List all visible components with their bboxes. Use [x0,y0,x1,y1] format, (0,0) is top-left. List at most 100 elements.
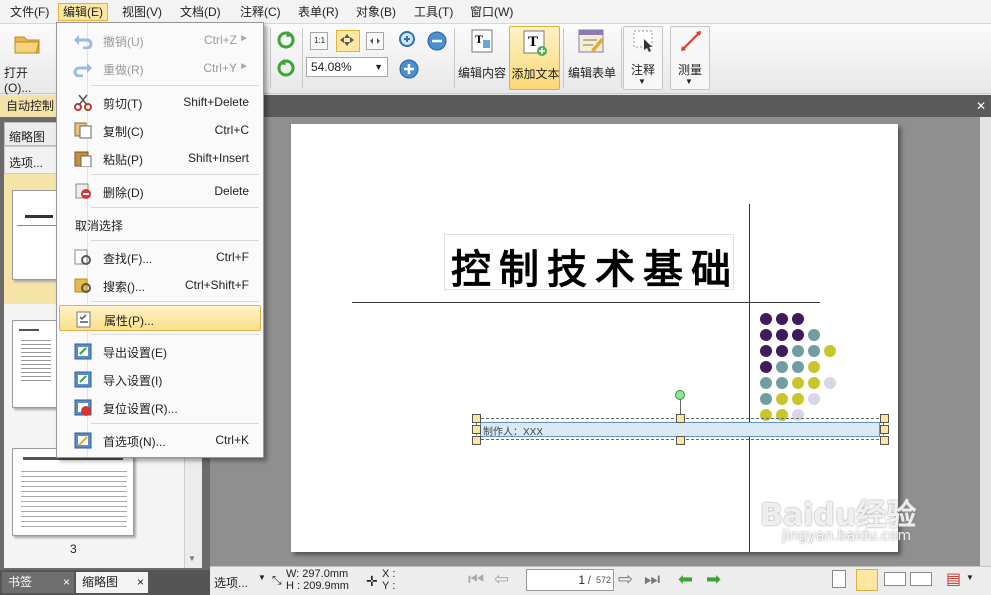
author-text-field[interactable]: 制作人：XXX [480,422,880,438]
reset-icon [74,399,92,416]
continuous-page-icon[interactable] [856,569,878,591]
measure-button[interactable]: 测量 ▼ [670,26,710,90]
chevron-down-icon: ▼ [966,573,974,582]
import-icon [74,371,92,388]
menu-item-redo[interactable]: 重做(R) Ctrl+Y ► [59,55,261,81]
menu-file[interactable]: 文件(F) [6,3,53,21]
redo-icon [73,63,92,77]
rotate-ccw-icon[interactable] [276,58,296,78]
decor-dot [760,361,772,373]
page-thumbnail-3[interactable] [12,448,134,536]
menu-edit[interactable]: 编辑(E) [58,3,108,21]
tab-bookmarks[interactable]: 书签 × [2,572,74,593]
pdf-icon[interactable]: ▤ [946,569,961,589]
resize-handle[interactable] [676,414,685,423]
menu-object[interactable]: 对象(B) [352,3,400,21]
single-page-icon[interactable] [832,570,846,588]
fit-page-icon[interactable] [336,30,360,52]
decor-dot [792,361,804,373]
last-page-icon[interactable]: ⏭ [644,569,660,590]
menu-item-search[interactable]: 搜索()... Ctrl+Shift+F [59,272,261,298]
zoom-out-icon[interactable] [426,30,448,52]
page-number-input[interactable]: 1 / 572 [526,569,614,591]
resize-handle[interactable] [472,414,481,423]
previous-page-icon[interactable]: ⇦ [494,569,509,590]
decor-dot [760,329,772,341]
page-size-icon: ⤡ [272,573,282,587]
status-options[interactable]: 选项... [214,574,248,591]
edit-content-button[interactable]: T 编辑内容 [456,26,508,90]
menu-window[interactable]: 窗口(W) [466,3,517,21]
decor-dot [760,345,772,357]
vertical-scrollbar[interactable] [980,117,991,569]
resize-handle[interactable] [472,436,481,445]
svg-text:T: T [528,34,538,50]
rotate-handle[interactable] [675,390,685,400]
resize-handle[interactable] [880,414,889,423]
open-button[interactable]: 打开(O)... [2,28,54,95]
menu-item-delete[interactable]: 删除(D) Delete [59,178,261,204]
zoom-in-icon[interactable] [398,58,420,80]
menu-item-paste[interactable]: 粘贴(P) Shift+Insert [59,145,261,171]
decor-dot [760,313,772,325]
tab-thumbnails[interactable]: 缩略图 × [76,572,148,593]
next-page-icon[interactable]: ⇨ [618,569,633,590]
actual-size-icon[interactable]: 1:1 [310,32,328,50]
decor-dot [792,393,804,405]
facing-page-icon[interactable] [884,572,906,586]
menu-item-import-settings[interactable]: 导入设置(I) [59,366,261,392]
close-icon[interactable]: ✕ [972,96,990,116]
decor-dot [776,329,788,341]
close-icon[interactable]: × [63,572,70,592]
menu-item-preferences[interactable]: 首选项(N)... Ctrl+K [59,427,261,453]
menu-item-find[interactable]: 查找(F)... Ctrl+F [59,244,261,270]
back-view-icon[interactable]: ⬅ [678,569,693,590]
title-box[interactable]: 控制技术基础 [444,234,734,293]
menu-tools[interactable]: 工具(T) [410,3,457,21]
menu-item-cut[interactable]: 剪切(T) Shift+Delete [59,89,261,115]
undo-icon [74,35,93,49]
paste-icon [74,151,92,167]
zoom-select[interactable]: 54.08% ▼ [306,57,388,77]
panel-tabs: 书签 × 缩略图 × [0,570,210,595]
export-icon [74,343,92,360]
copy-icon [74,122,92,139]
chevron-down-icon: ▼ [258,573,266,582]
rotate-cw-icon[interactable] [276,30,296,50]
decor-dot [808,393,820,405]
comment-button[interactable]: 注释 ▼ [623,26,663,90]
decor-dot [824,345,836,357]
zoom-value: 54.08% [311,60,352,74]
tab-auto-control[interactable]: 自动控制 [0,95,62,117]
menu-item-reset-settings[interactable]: 复位设置(R)... [59,394,261,420]
edit-form-button[interactable]: 编辑表单 [565,26,619,90]
menu-item-properties[interactable]: 属性(P)... [59,305,261,331]
menu-document[interactable]: 文档(D) [176,3,225,21]
chevron-down-icon: ▼ [685,77,693,86]
menu-comment[interactable]: 注释(C) [236,3,285,21]
zoom-region-icon[interactable] [398,30,420,52]
menu-form[interactable]: 表单(R) [294,3,343,21]
scissors-icon [74,94,92,111]
menu-item-export-settings[interactable]: 导出设置(E) [59,338,261,364]
forward-view-icon[interactable]: ➡ [706,569,721,590]
edit-menu-dropdown: 撤销(U) Ctrl+Z ► 重做(R) Ctrl+Y ► 剪切(T) Shif… [56,22,264,458]
fit-width-icon[interactable] [366,32,384,50]
menu-item-copy[interactable]: 复制(C) Ctrl+C [59,117,261,143]
add-text-button[interactable]: T 添加文本 [509,26,560,90]
menu-item-deselect[interactable]: 取消选择 [59,211,261,237]
menu-item-undo[interactable]: 撤销(U) Ctrl+Z ► [59,27,261,53]
close-icon[interactable]: × [137,572,144,592]
continuous-facing-icon[interactable] [910,572,932,586]
status-bar: 选项... ▼ ⤡ W: 297.0mm H : 209.9mm ✛ X : Y… [210,566,991,595]
resize-handle[interactable] [880,436,889,445]
panel-title: 缩略图 [9,130,46,144]
resize-handle[interactable] [676,436,685,445]
decor-dot [760,393,772,405]
first-page-icon[interactable]: ⏮ [468,569,484,590]
resize-handle[interactable] [880,425,889,434]
decor-dot [776,377,788,389]
resize-handle[interactable] [472,425,481,434]
measure-icon [681,31,701,51]
menu-view[interactable]: 视图(V) [118,3,166,21]
